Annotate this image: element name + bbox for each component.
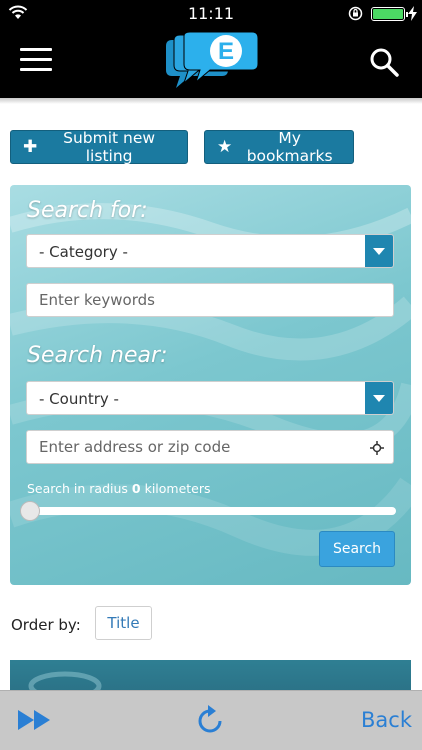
country-select[interactable]: - Country - [26, 381, 394, 415]
star-icon: ★ [217, 137, 233, 157]
submit-listing-label: Submit new listing [63, 129, 156, 165]
radius-slider-handle[interactable] [20, 501, 40, 521]
order-title-button[interactable]: Title [95, 606, 152, 640]
search-panel: Search for: - Category - Search near: - … [10, 185, 411, 585]
radius-prefix: Search in radius [27, 481, 132, 496]
radius-slider-track[interactable] [26, 507, 396, 515]
chevron-down-icon[interactable] [365, 382, 393, 414]
submit-listing-button[interactable]: ✚ Submit new listing [10, 129, 188, 165]
rotation-lock-icon [348, 6, 363, 21]
my-bookmarks-label: My bookmarks [246, 129, 333, 165]
app-logo[interactable]: E [160, 32, 260, 94]
fast-forward-icon[interactable] [18, 710, 52, 730]
header-shadow [0, 98, 422, 104]
search-icon[interactable] [368, 46, 400, 78]
crosshair-icon[interactable] [370, 441, 384, 455]
bottom-toolbar: Back [0, 690, 422, 750]
app-header: E [0, 26, 422, 98]
country-select-value: - Country - [39, 390, 119, 408]
order-by-label: Order by: [11, 616, 81, 634]
logo-letter: E [218, 38, 234, 65]
status-bar: 11:11 [0, 0, 422, 26]
keywords-input[interactable] [26, 283, 394, 317]
reload-icon[interactable] [196, 705, 224, 735]
charging-bolt-icon [408, 6, 417, 21]
my-bookmarks-button[interactable]: ★ My bookmarks [204, 129, 354, 165]
search-near-heading: Search near: [27, 343, 168, 368]
search-button[interactable]: Search [319, 531, 395, 567]
search-for-heading: Search for: [27, 198, 148, 223]
plus-icon: ✚ [23, 137, 38, 157]
back-button[interactable]: Back [361, 708, 412, 732]
radius-value: 0 [131, 481, 141, 496]
address-input[interactable] [26, 430, 394, 464]
radius-label: Search in radius 0 kilometers [27, 481, 211, 496]
category-select[interactable]: - Category - [26, 234, 394, 268]
category-select-value: - Category - [39, 243, 128, 261]
chevron-down-icon[interactable] [365, 235, 393, 267]
menu-icon[interactable] [20, 48, 52, 74]
battery-icon [371, 7, 408, 21]
radius-suffix: kilometers [140, 481, 211, 496]
